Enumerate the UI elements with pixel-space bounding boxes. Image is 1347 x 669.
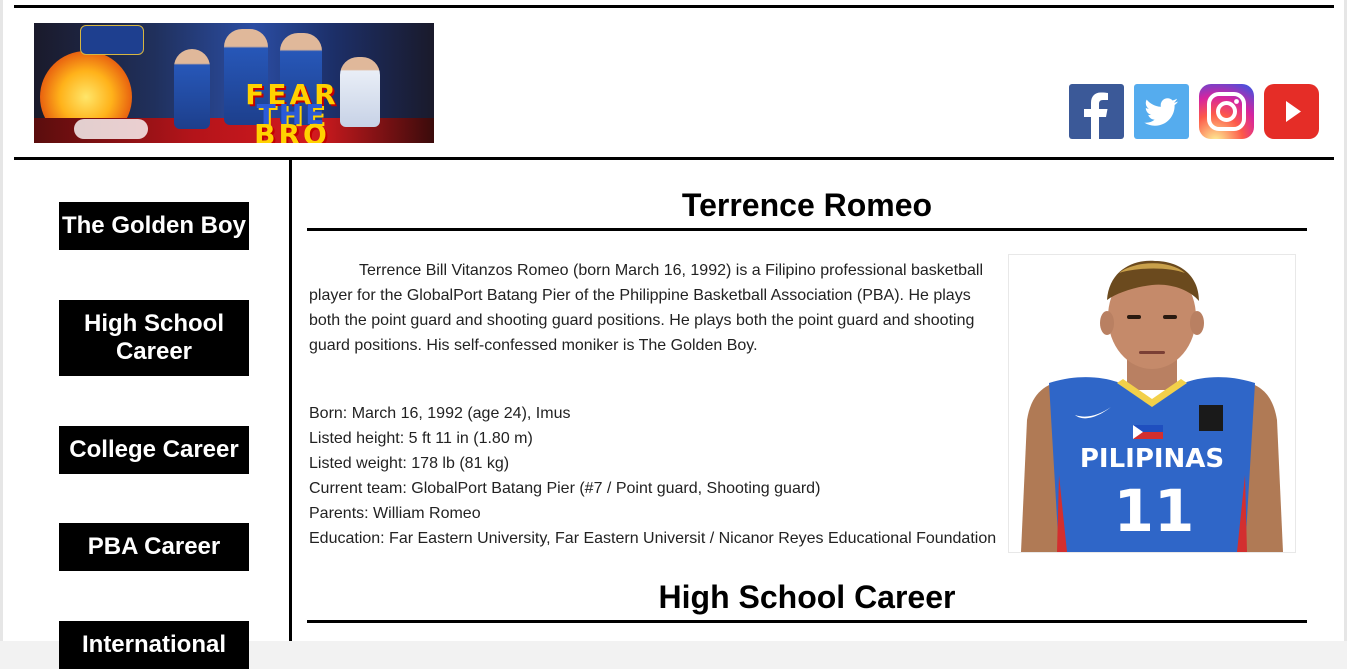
section-underline	[307, 620, 1307, 623]
fact-education: Education: Far Eastern University, Far E…	[309, 530, 997, 547]
page-title: Terrence Romeo	[681, 187, 933, 223]
fact-born: Born: March 16, 1992 (age 24), Imus	[309, 405, 571, 422]
header-banner-image: FEAR THE BRO	[34, 23, 434, 143]
fact-height: Listed height: 5 ft 11 in (1.80 m)	[309, 430, 533, 447]
header-divider	[14, 157, 1334, 160]
jersey-text: PILIPINAS	[1080, 444, 1224, 474]
intro-paragraph: Terrence Bill Vitanzos Romeo (born March…	[309, 262, 984, 354]
sidebar-item-golden-boy[interactable]: The Golden Boy	[59, 202, 249, 250]
sidebar-divider	[289, 160, 292, 641]
gilas-logo	[80, 25, 144, 55]
fact-weight: Listed weight: 178 lb (81 kg)	[309, 455, 510, 472]
jersey-number: 11	[1114, 477, 1195, 545]
top-divider	[14, 5, 1334, 8]
sidebar-item-college-career[interactable]: College Career	[59, 426, 249, 474]
instagram-icon[interactable]	[1199, 84, 1254, 139]
twitter-icon[interactable]	[1134, 84, 1189, 139]
facebook-icon[interactable]	[1069, 84, 1124, 139]
left-edge	[0, 0, 3, 641]
fact-team: Current team: GlobalPort Batang Pier (#7…	[309, 480, 821, 497]
section-title-high-school-career: High School Career	[658, 579, 956, 615]
sidebar-item-pba-career[interactable]: PBA Career	[59, 523, 249, 571]
fact-parents: Parents: William Romeo	[309, 505, 481, 522]
title-underline	[307, 228, 1307, 231]
player-photo: PILIPINAS 11	[1008, 254, 1296, 553]
page: FEAR THE BRO The Golden Boy High School …	[0, 0, 1347, 669]
player-facts-list: Born: March 16, 1992 (age 24), Imus List…	[309, 401, 1009, 551]
sidebar-item-high-school-career[interactable]: High School Career	[59, 300, 249, 376]
youtube-icon[interactable]	[1264, 84, 1319, 139]
banner-headline-word-3: BRO	[254, 118, 330, 144]
laban-pilipinas-logo	[74, 119, 148, 139]
sidebar-item-international[interactable]: International	[59, 621, 249, 669]
